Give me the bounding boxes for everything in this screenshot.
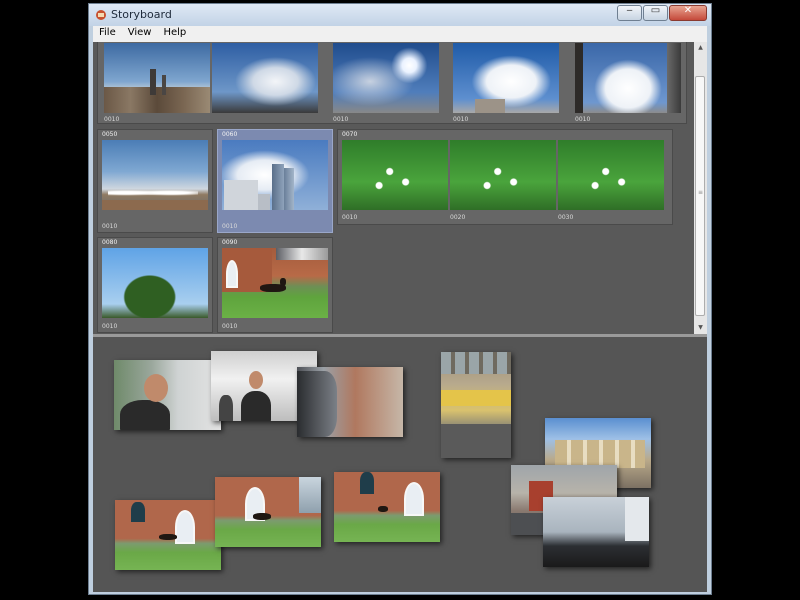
canvas-image-car-interior[interactable]: [543, 497, 649, 567]
grip-icon: ≡: [698, 189, 704, 196]
group-label: 0050: [102, 131, 118, 138]
group-label: 0090: [222, 239, 238, 246]
maximize-icon: ▭: [650, 5, 661, 16]
shot-group-1[interactable]: 0010 0010 0010 0010: [97, 42, 687, 124]
scroll-down-icon[interactable]: ▼: [694, 322, 707, 334]
window-controls: ‒ ▭ ✕: [616, 5, 707, 21]
shot-group-0080[interactable]: 0080 0010: [97, 237, 213, 333]
canvas-image-street[interactable]: [297, 367, 403, 437]
canvas-image-facade[interactable]: [441, 352, 511, 458]
shot-thumbnail[interactable]: [102, 248, 208, 318]
shot-thumbnail[interactable]: [342, 140, 448, 210]
shot-thumbnail[interactable]: [222, 140, 328, 210]
shot-group-0070[interactable]: 0070 0010 0020 0030: [337, 129, 673, 225]
menu-file[interactable]: File: [93, 26, 122, 42]
minimize-icon: ‒: [626, 5, 633, 16]
vertical-scrollbar[interactable]: ▲ ≡ ▼: [694, 42, 707, 334]
shot-thumbnail[interactable]: [558, 140, 664, 210]
app-icon: [96, 10, 106, 20]
shot-group-0050[interactable]: 0050 0010: [97, 129, 213, 233]
shot-number: 0010: [342, 214, 358, 221]
scroll-up-icon[interactable]: ▲: [694, 42, 707, 54]
shot-thumbnail[interactable]: [333, 43, 439, 113]
group-label: 0080: [102, 239, 118, 246]
storyboard-panel: 0010 0010 0010 0010 0050 0010 0060 0010: [93, 42, 694, 334]
window-title: Storyboard: [111, 8, 172, 21]
minimize-button[interactable]: ‒: [617, 5, 642, 21]
canvas-image-lawn-2[interactable]: [215, 477, 321, 547]
image-canvas: [93, 337, 707, 592]
group-label: 0070: [342, 131, 358, 138]
shot-thumbnail[interactable]: [104, 43, 210, 113]
shot-group-0090[interactable]: 0090 0010: [217, 237, 333, 333]
shot-thumbnail[interactable]: [575, 43, 681, 113]
canvas-image-lawn-3[interactable]: [334, 472, 440, 542]
shot-number: 0010: [222, 323, 238, 330]
maximize-button[interactable]: ▭: [643, 5, 668, 21]
shot-number: 0010: [222, 223, 238, 230]
shot-number: 0010: [102, 323, 118, 330]
shot-number: 0010: [102, 223, 118, 230]
close-icon: ✕: [683, 5, 693, 16]
shot-thumbnail[interactable]: [102, 140, 208, 210]
menu-bar: File View Help: [93, 26, 707, 42]
shot-thumbnail[interactable]: [212, 43, 318, 113]
shot-group-0060[interactable]: 0060 0010: [217, 129, 333, 233]
shot-number: 0020: [450, 214, 466, 221]
canvas-image-office-1[interactable]: [114, 360, 221, 430]
shot-number: 0010: [104, 116, 120, 123]
shot-thumbnail[interactable]: [450, 140, 556, 210]
shot-thumbnail[interactable]: [222, 248, 328, 318]
shot-thumbnail[interactable]: [453, 43, 559, 113]
shot-number: 0010: [333, 116, 349, 123]
group-label: 0060: [222, 131, 238, 138]
menu-view[interactable]: View: [122, 26, 158, 42]
canvas-image-lawn-1[interactable]: [115, 500, 221, 570]
shot-number: 0010: [575, 116, 591, 123]
storyboard-window: Storyboard ‒ ▭ ✕ File View Help 0010 001…: [88, 3, 712, 595]
menu-help[interactable]: Help: [157, 26, 192, 42]
shot-number: 0030: [558, 214, 574, 221]
title-bar[interactable]: Storyboard ‒ ▭ ✕: [89, 4, 711, 26]
shot-number: 0010: [453, 116, 469, 123]
scrollbar-thumb[interactable]: ≡: [695, 76, 705, 316]
close-button[interactable]: ✕: [669, 5, 707, 21]
